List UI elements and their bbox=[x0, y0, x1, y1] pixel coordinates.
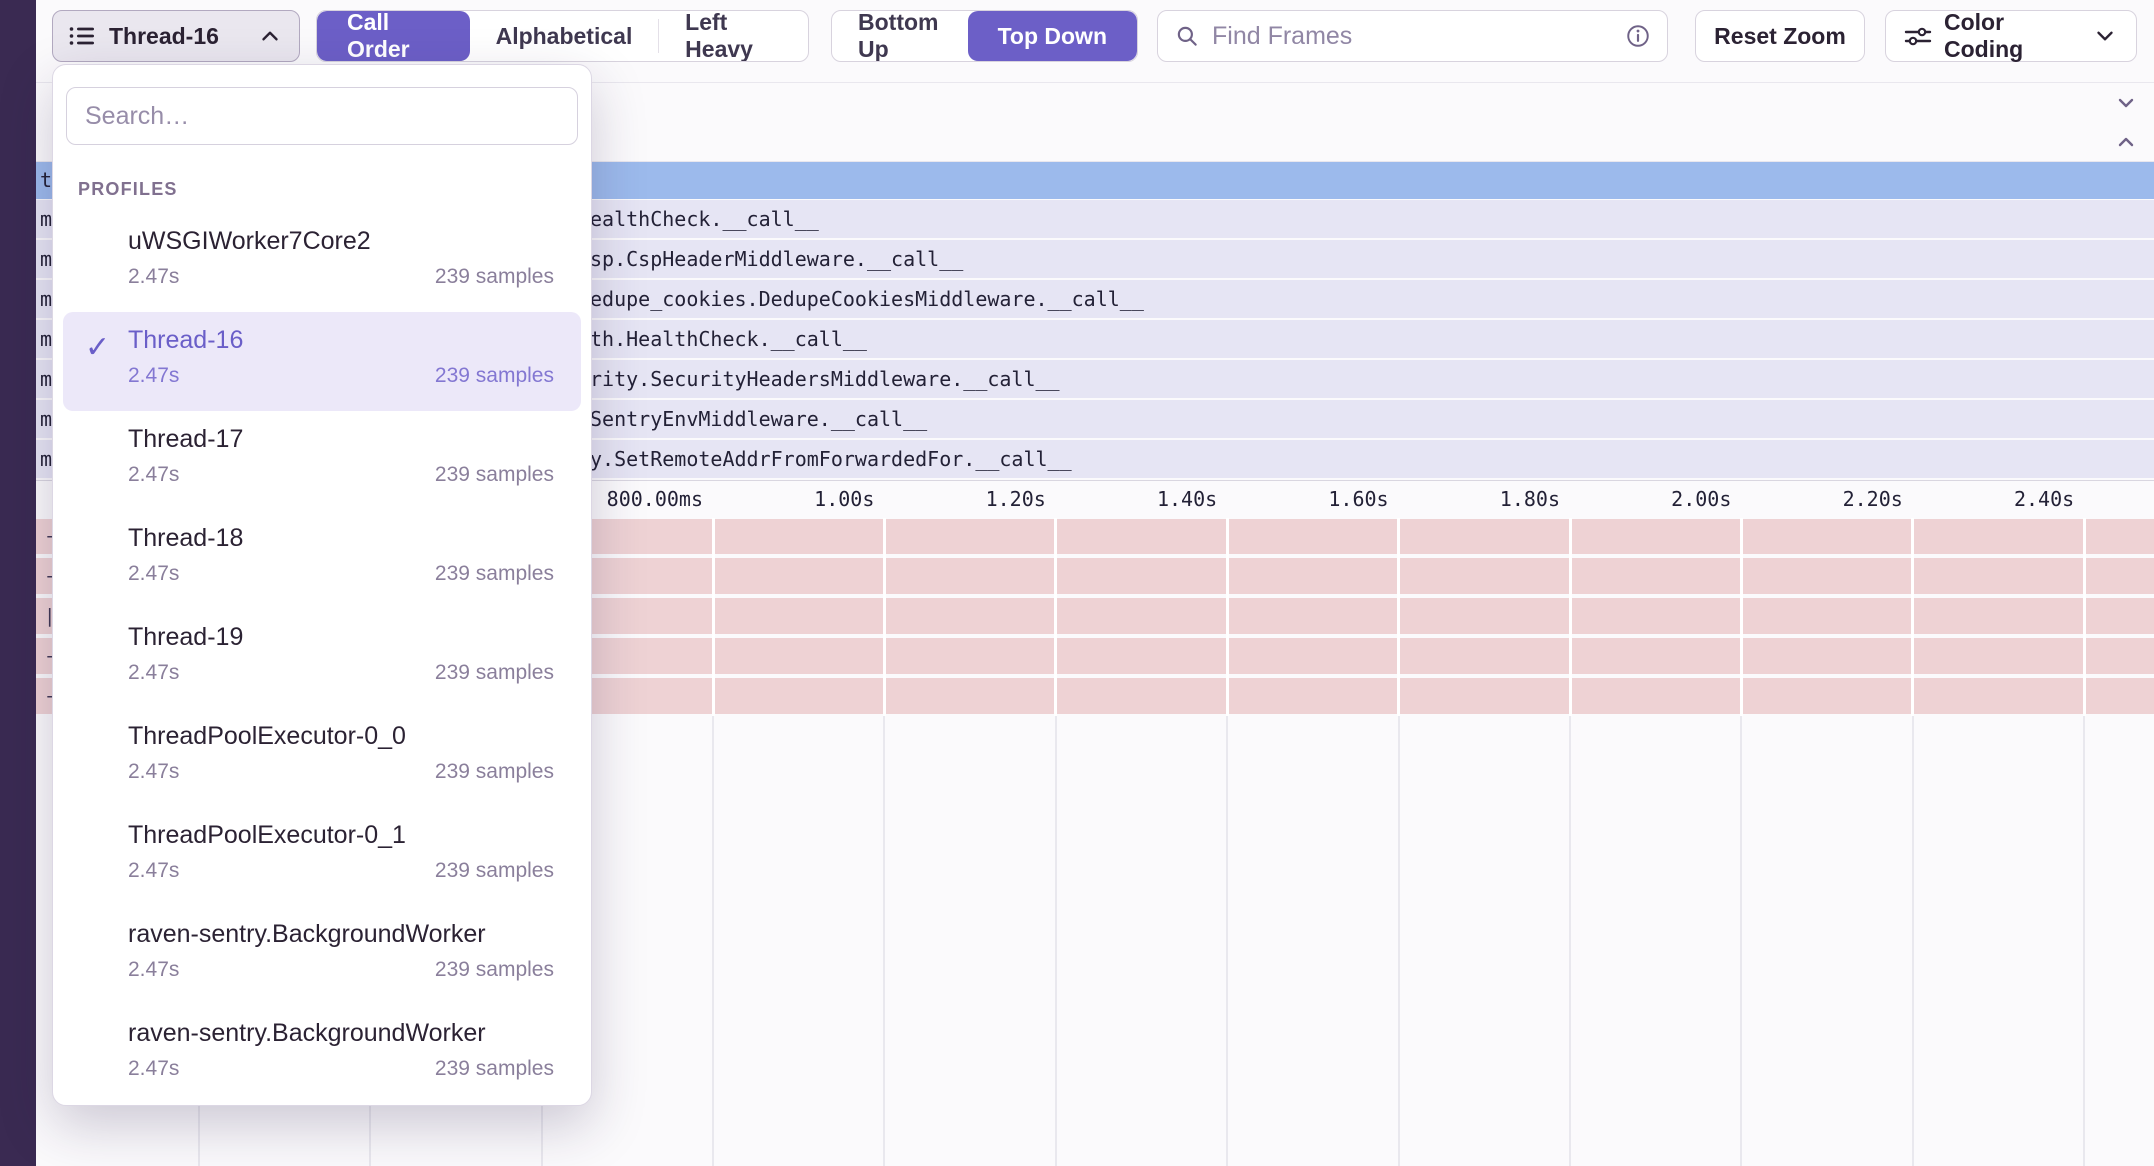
checkmark-icon: ✓ bbox=[85, 330, 110, 365]
profile-item-stats: 2.47s 239 samples bbox=[63, 364, 581, 388]
frame-edge-fragment: m bbox=[40, 440, 52, 478]
profile-item-duration: 2.47s bbox=[128, 1057, 179, 1081]
profile-item[interactable]: ThreadPoolExecutor-0_1 2.47s 239 samples bbox=[63, 807, 581, 906]
frame-text-fragment: SentryEnvMiddleware.__call__ bbox=[590, 400, 927, 438]
profile-item[interactable]: uWSGIWorker7Core2 2.47s 239 samples bbox=[63, 213, 581, 312]
profile-item-name: uWSGIWorker7Core2 bbox=[63, 213, 581, 256]
profile-item-samples: 239 samples bbox=[435, 463, 554, 487]
frame-edge-fragment: m bbox=[40, 280, 52, 318]
chevron-down-icon[interactable] bbox=[2114, 91, 2138, 115]
frame-edge-fragment: m bbox=[40, 360, 52, 398]
profile-item-name: Thread-18 bbox=[63, 510, 581, 553]
profile-item-name: Thread-17 bbox=[63, 411, 581, 454]
profile-item-stats: 2.47s 239 samples bbox=[63, 463, 581, 487]
profile-item-samples: 239 samples bbox=[435, 562, 554, 586]
profile-item-duration: 2.47s bbox=[128, 661, 179, 685]
profile-item[interactable]: raven-sentry.BackgroundWorker 2.47s 239 sa… bbox=[63, 1005, 581, 1099]
frame-edge-fragment: m bbox=[40, 200, 52, 238]
profile-item-stats: 2.47s 239 samples bbox=[63, 661, 581, 685]
profiles-section-label: PROFILES bbox=[78, 179, 591, 200]
thread-selector-dropdown: Search… PROFILES uWSGIWorker7Core22.47s2… bbox=[52, 64, 592, 1106]
profile-item-name: Thread-19 bbox=[63, 609, 581, 652]
profile-item[interactable]: ✓Thread-16 2.47s 239 samples bbox=[63, 312, 581, 411]
frame-text-fragment: sp.CspHeaderMiddleware.__call__ bbox=[590, 240, 963, 278]
profile-item-name: raven-sentry.BackgroundWorker bbox=[63, 906, 581, 949]
frame-text-fragment: th.HealthCheck.__call__ bbox=[590, 320, 867, 358]
frame-edge-fragment: m bbox=[40, 400, 52, 438]
profile-item-name: raven-sentry.BackgroundWorker bbox=[63, 1005, 581, 1048]
profile-search-placeholder: Search… bbox=[85, 102, 189, 131]
profile-item-name: ThreadPoolExecutor-0_1 bbox=[63, 807, 581, 850]
profile-item-samples: 239 samples bbox=[435, 859, 554, 883]
frame-text-fragment: t bbox=[40, 161, 52, 199]
profile-item-samples: 239 samples bbox=[435, 1057, 554, 1081]
profile-item-name: Thread-16 bbox=[63, 312, 581, 355]
profile-list: uWSGIWorker7Core22.47s239 samples✓Thread… bbox=[53, 213, 591, 1099]
profile-item-samples: 239 samples bbox=[435, 661, 554, 685]
time-axis-label: 2.40s bbox=[1824, 481, 2074, 518]
frame-edge-fragment: m bbox=[40, 240, 52, 278]
profile-item-duration: 2.47s bbox=[128, 760, 179, 784]
profile-item-stats: 2.47s 239 samples bbox=[63, 760, 581, 784]
frame-edge-fragment: m bbox=[40, 320, 52, 358]
profile-item-stats: 2.47s 239 samples bbox=[63, 1057, 581, 1081]
profile-item[interactable]: raven-sentry.BackgroundWorker 2.47s 239 sa… bbox=[63, 906, 581, 1005]
frame-text-fragment: rity.SecurityHeadersMiddleware.__call__ bbox=[590, 360, 1060, 398]
profile-item-samples: 239 samples bbox=[435, 364, 554, 388]
profile-item-duration: 2.47s bbox=[128, 958, 179, 982]
profile-item[interactable]: Thread-17 2.47s 239 samples bbox=[63, 411, 581, 510]
profile-item[interactable]: ThreadPoolExecutor-0_0 2.47s 239 samples bbox=[63, 708, 581, 807]
profile-item[interactable]: Thread-18 2.47s 239 samples bbox=[63, 510, 581, 609]
profile-item-samples: 239 samples bbox=[435, 760, 554, 784]
profile-item-duration: 2.47s bbox=[128, 463, 179, 487]
profile-item-name: ThreadPoolExecutor-0_0 bbox=[63, 708, 581, 751]
chevron-up-icon[interactable] bbox=[2114, 130, 2138, 154]
profile-item-samples: 239 samples bbox=[435, 265, 554, 289]
profile-item-duration: 2.47s bbox=[128, 265, 179, 289]
profile-item-duration: 2.47s bbox=[128, 364, 179, 388]
app-sidebar-strip bbox=[0, 0, 36, 1166]
profile-item-stats: 2.47s 239 samples bbox=[63, 958, 581, 982]
profile-item-duration: 2.47s bbox=[128, 859, 179, 883]
profile-item-samples: 239 samples bbox=[435, 958, 554, 982]
profile-item-duration: 2.47s bbox=[128, 562, 179, 586]
profiler-app: t mealthCheck.__call__msp.CspHeaderMiddl… bbox=[0, 0, 2154, 1166]
profile-item-stats: 2.47s 239 samples bbox=[63, 265, 581, 289]
profile-search-input[interactable]: Search… bbox=[66, 87, 578, 145]
frame-text-fragment: ealthCheck.__call__ bbox=[590, 200, 819, 238]
profile-item-stats: 2.47s 239 samples bbox=[63, 562, 581, 586]
profile-item[interactable]: Thread-19 2.47s 239 samples bbox=[63, 609, 581, 708]
frame-text-fragment: edupe_cookies.DedupeCookiesMiddleware.__… bbox=[590, 280, 1144, 318]
frame-text-fragment: y.SetRemoteAddrFromForwardedFor.__call__ bbox=[590, 440, 1072, 478]
profile-item-stats: 2.47s 239 samples bbox=[63, 859, 581, 883]
